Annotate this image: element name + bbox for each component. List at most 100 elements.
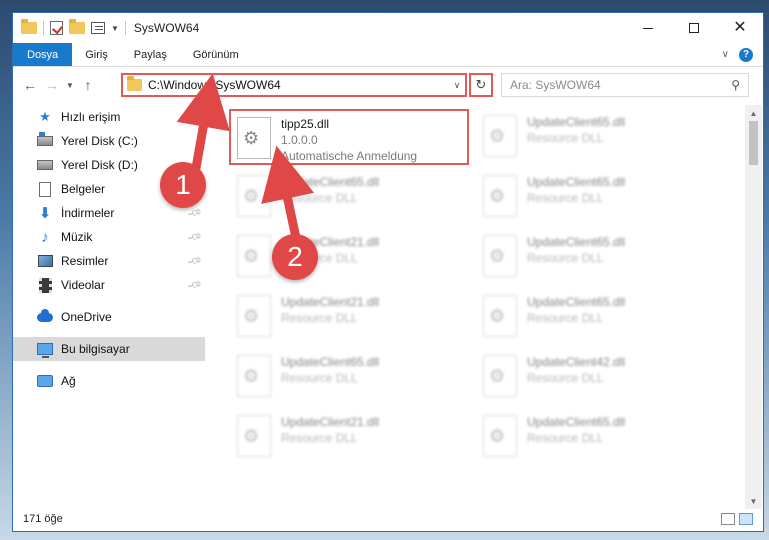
file-item-tipp25-dll[interactable]: tipp25.dll 1.0.0.0 Automatische Anmeldun… [229, 109, 469, 165]
sidebar-item-music[interactable]: ♪ Müzik 📌︎ [13, 225, 205, 249]
file-name: UpdateClient65.dll [527, 175, 626, 189]
address-path[interactable]: C:\Windows\SysWOW64 [148, 78, 449, 92]
file-name: UpdateClient21.dll [281, 295, 380, 309]
up-arrow-icon[interactable]: ↑ [77, 77, 99, 93]
file-version: 1.0.0.0 [281, 133, 318, 147]
tab-home[interactable]: Giriş [72, 43, 121, 66]
music-icon: ♪ [41, 228, 49, 246]
file-item[interactable]: UpdateClient42.dll Resource DLL [477, 349, 717, 405]
step-badge-2: 2 [272, 234, 318, 280]
refresh-button[interactable]: ↻ [469, 73, 493, 97]
vertical-scrollbar[interactable]: ▲ ▼ [745, 105, 762, 509]
pin-icon[interactable]: 📌︎ [186, 277, 203, 293]
dll-file-icon [237, 415, 271, 457]
ribbon-tabs: Dosya Giriş Paylaş Görünüm ∨ ? [13, 43, 763, 67]
pin-icon[interactable]: 📌︎ [186, 205, 203, 221]
file-item[interactable]: UpdateClient21.dll Resource DLL [231, 289, 471, 345]
file-item[interactable]: UpdateClient65.dll Resource DLL [231, 169, 471, 225]
minimize-button[interactable] [625, 13, 671, 43]
download-icon: ⬇ [38, 205, 52, 222]
view-toggles [721, 513, 763, 525]
dll-file-icon [483, 295, 517, 337]
title-bar: ▼ SysWOW64 ✕ [13, 13, 763, 43]
large-icons-view-icon[interactable] [739, 513, 753, 525]
close-button[interactable]: ✕ [717, 13, 763, 43]
details-view-icon[interactable] [721, 513, 735, 525]
file-meta: UpdateClient42.dll Resource DLL [527, 355, 625, 385]
file-meta: UpdateClient65.dll Resource DLL [527, 235, 625, 265]
file-description: Automatische Anmeldung [281, 149, 418, 163]
file-description: Resource DLL [527, 311, 604, 325]
refresh-icon: ↻ [475, 77, 487, 92]
file-description: Resource DLL [527, 131, 604, 145]
close-icon: ✕ [733, 19, 747, 36]
chevron-down-icon[interactable]: ∨ [449, 80, 465, 91]
toolbar-divider [43, 21, 44, 35]
scroll-up-icon[interactable]: ▲ [745, 105, 762, 121]
dll-file-icon [237, 355, 271, 397]
recent-locations-chevron-icon[interactable]: ▼ [63, 81, 77, 90]
sidebar-item-label: Belgeler [61, 182, 106, 196]
file-item[interactable]: UpdateClient65.dll Resource DLL [231, 349, 471, 405]
help-icon[interactable]: ? [739, 47, 753, 62]
file-item[interactable]: UpdateClient21.dll Resource DLL [231, 229, 471, 285]
file-item[interactable]: UpdateClient21.dll Resource DLL [231, 409, 471, 465]
pictures-icon [37, 253, 53, 269]
dll-file-icon [483, 415, 517, 457]
sidebar-item-this-pc[interactable]: Bu bilgisayar [13, 337, 205, 361]
file-name: UpdateClient65.dll [527, 235, 626, 249]
tab-share[interactable]: Paylaş [121, 43, 180, 66]
pin-icon[interactable]: 📌︎ [186, 229, 203, 245]
sidebar-item-label: Videolar [61, 278, 105, 292]
sidebar-item-videos[interactable]: Videolar 📌︎ [13, 273, 205, 297]
file-name: UpdateClient65.dll [527, 115, 626, 129]
network-icon [37, 373, 53, 389]
forward-arrow-icon[interactable]: → [41, 77, 63, 93]
step-badge-1: 1 [160, 162, 206, 208]
file-name: UpdateClient42.dll [527, 355, 626, 369]
sidebar-item-label: Resimler [61, 254, 109, 268]
file-item[interactable]: UpdateClient65.dll Resource DLL [477, 409, 717, 465]
maximize-button[interactable] [671, 13, 717, 43]
drive-icon [37, 132, 53, 149]
search-box[interactable]: ⚲ [501, 73, 749, 97]
quick-access-toolbar: ▼ [13, 19, 126, 35]
new-folder-icon[interactable] [69, 19, 85, 34]
sidebar-item-label: Ağ [61, 374, 76, 388]
file-description: Resource DLL [281, 191, 358, 205]
expand-ribbon-icon[interactable]: ∨ [722, 49, 729, 60]
file-description: Resource DLL [527, 371, 604, 385]
toolbar-divider [124, 21, 126, 35]
file-item[interactable]: UpdateClient65.dll Resource DLL [477, 109, 717, 165]
file-name: UpdateClient65.dll [527, 295, 626, 309]
pin-icon[interactable]: 📌︎ [186, 253, 203, 269]
sidebar-item-label: Müzik [61, 230, 93, 244]
chevron-down-icon[interactable]: ▼ [111, 24, 119, 33]
folder-icon [21, 19, 37, 34]
file-description: Resource DLL [527, 191, 604, 205]
scroll-thumb[interactable] [749, 121, 758, 165]
sidebar-item-pictures[interactable]: Resimler 📌︎ [13, 249, 205, 273]
sidebar-item-network[interactable]: Ağ [13, 369, 205, 393]
address-bar[interactable]: C:\Windows\SysWOW64 ∨ [121, 73, 467, 97]
tab-file[interactable]: Dosya [13, 43, 73, 66]
properties-check-icon[interactable] [50, 21, 63, 35]
customize-icon[interactable] [91, 22, 105, 34]
sidebar-item-local-disk-c[interactable]: Yerel Disk (C:) [13, 129, 205, 153]
back-arrow-icon[interactable]: ← [19, 77, 41, 93]
window-controls: ✕ [625, 13, 763, 43]
tab-view[interactable]: Görünüm [180, 43, 252, 66]
drive-icon [37, 157, 53, 173]
file-meta: UpdateClient65.dll Resource DLL [527, 115, 625, 145]
file-item[interactable]: UpdateClient65.dll Resource DLL [477, 169, 717, 225]
search-input[interactable] [510, 78, 732, 92]
file-item[interactable]: UpdateClient65.dll Resource DLL [477, 229, 717, 285]
file-meta: UpdateClient21.dll Resource DLL [281, 295, 379, 325]
file-description: Resource DLL [527, 431, 604, 445]
file-name: UpdateClient65.dll [281, 175, 380, 189]
search-icon[interactable]: ⚲ [731, 78, 740, 92]
file-item[interactable]: UpdateClient65.dll Resource DLL [477, 289, 717, 345]
sidebar-item-onedrive[interactable]: OneDrive [13, 305, 205, 329]
sidebar-item-quick-access[interactable]: ★ Hızlı erişim [13, 105, 205, 129]
